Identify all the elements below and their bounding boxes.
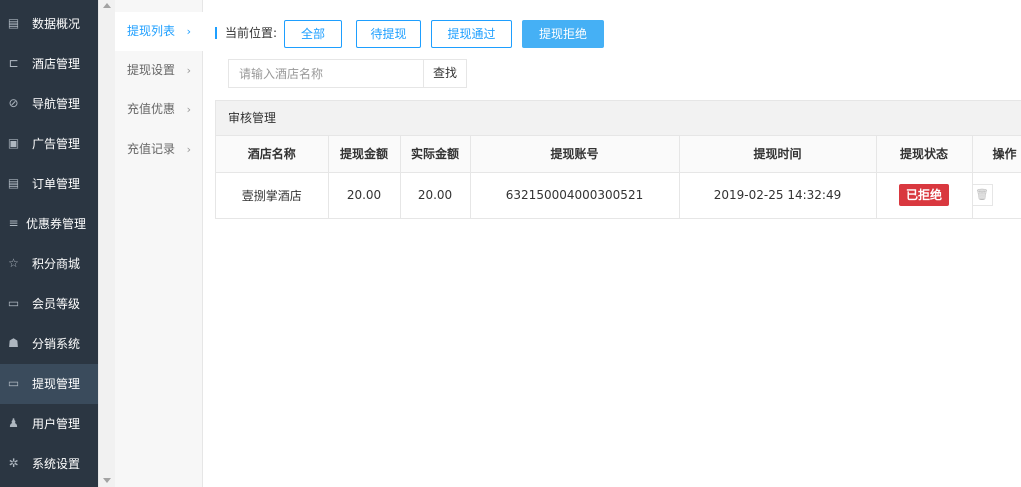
filter-all-button[interactable]: 全部 — [284, 20, 342, 48]
sidebar-item-label: 数据概况 — [31, 17, 80, 31]
scroll-up-icon[interactable] — [103, 3, 111, 8]
chevron-right-icon: › — [186, 103, 191, 116]
column-header: 提现时间 — [679, 136, 877, 173]
column-header: 酒店名称 — [216, 136, 329, 173]
sidebar-item-distribution[interactable]: ☗ 分销系统 — [0, 324, 98, 364]
hotel-name-cell: 壹捌掌酒店 — [216, 172, 329, 218]
filter-rejected-button[interactable]: 提现拒绝 — [522, 20, 604, 48]
account-cell: 632150004000300521 — [470, 172, 680, 218]
sidebar-item-label: 积分商城 — [31, 257, 80, 271]
filter-pending-button[interactable]: 待提现 — [356, 20, 421, 48]
withdrawal-table: 酒店名称 提现金额 实际金额 提现账号 提现时间 提现状态 操作 壹捌掌酒店 2… — [216, 136, 1021, 218]
search-button[interactable]: 查找 — [423, 59, 467, 88]
amount-cell: 20.00 — [328, 172, 401, 218]
submenu-item-label: 提现设置 — [127, 63, 176, 77]
sidebar-item-hotel[interactable]: ⊏ 酒店管理 — [0, 44, 98, 84]
sidebar-item-data-overview[interactable]: ▤ 数据概况 — [0, 4, 98, 44]
column-header: 操作 — [972, 136, 1021, 173]
sidebar-item-label: 分销系统 — [31, 337, 80, 351]
scroll-down-icon[interactable] — [103, 478, 111, 483]
column-header: 提现金额 — [328, 136, 401, 173]
column-header: 提现状态 — [876, 136, 973, 173]
sidebar-item-label: 用户管理 — [31, 417, 80, 431]
main-content: 当前位置: 全部 待提现 提现通过 提现拒绝 查找 审核管理 酒店名称 提现金额… — [203, 0, 1021, 487]
sidebar-item-label: 导航管理 — [31, 97, 80, 111]
submenu-item-label: 充值优惠 — [127, 102, 176, 116]
sidebar-item-member-level[interactable]: ▭ 会员等级 — [0, 284, 98, 324]
table-header-row: 酒店名称 提现金额 实际金额 提现账号 提现时间 提现状态 操作 — [216, 136, 1021, 173]
panel-title: 审核管理 — [216, 101, 1021, 136]
sidebar-item-settings[interactable]: ✲ 系统设置 — [0, 444, 98, 484]
sidebar-item-ads[interactable]: ▣ 广告管理 — [0, 124, 98, 164]
sidebar-item-withdrawal[interactable]: ▭ 提现管理 — [0, 364, 98, 404]
sidebar-item-users[interactable]: ♟ 用户管理 — [0, 404, 98, 444]
review-panel: 审核管理 酒店名称 提现金额 实际金额 提现账号 提现时间 提现状态 操作 壹捌… — [215, 100, 1021, 219]
actions-cell: 🗑 — [972, 172, 1021, 218]
sidebar-item-label: 优惠券管理 — [25, 217, 86, 231]
submenu-item-withdrawal-settings[interactable]: 提现设置 › — [115, 51, 203, 90]
chevron-right-icon: › — [186, 25, 191, 38]
breadcrumb: 当前位置: — [225, 26, 278, 40]
submenu: 提现列表 › 提现设置 › 充值优惠 › 充值记录 › — [115, 0, 203, 487]
hotel-search-input[interactable] — [228, 59, 424, 88]
chevron-right-icon: › — [186, 64, 191, 77]
submenu-item-recharge-records[interactable]: 充值记录 › — [115, 130, 203, 169]
column-header: 提现账号 — [470, 136, 680, 173]
sidebar-item-label: 提现管理 — [31, 377, 80, 391]
actual-amount-cell: 20.00 — [400, 172, 471, 218]
sidebar-item-label: 订单管理 — [31, 177, 80, 191]
sidebar-item-navigation[interactable]: ⊘ 导航管理 — [0, 84, 98, 124]
sidebar-item-label: 广告管理 — [31, 137, 80, 151]
table-row: 壹捌掌酒店 20.00 20.00 632150004000300521 201… — [216, 172, 1021, 218]
sidebar-item-coupons[interactable]: ≡ 优惠券管理 — [0, 204, 98, 244]
submenu-item-recharge-discount[interactable]: 充值优惠 › — [115, 90, 203, 129]
submenu-item-label: 提现列表 — [127, 24, 176, 38]
trash-icon[interactable]: 🗑 — [972, 184, 993, 207]
submenu-item-label: 充值记录 — [127, 142, 176, 156]
submenu-item-withdrawal-list[interactable]: 提现列表 › — [115, 12, 203, 51]
filter-approved-button[interactable]: 提现通过 — [431, 20, 512, 48]
sidebar-scrollbar[interactable] — [98, 0, 115, 487]
time-cell: 2019-02-25 14:32:49 — [679, 172, 877, 218]
status-cell: 已拒绝 — [876, 172, 973, 218]
column-header: 实际金额 — [400, 136, 471, 173]
sidebar-item-label: 酒店管理 — [31, 57, 80, 71]
sidebar-item-orders[interactable]: ▤ 订单管理 — [0, 164, 98, 204]
main-sidebar: ▤ 数据概况 ⊏ 酒店管理 ⊘ 导航管理 ▣ 广告管理 ▤ 订单管理 ≡ 优惠券… — [0, 0, 98, 487]
sidebar-item-points-mall[interactable]: ☆ 积分商城 — [0, 244, 98, 284]
status-badge: 已拒绝 — [898, 184, 949, 207]
chevron-right-icon: › — [186, 143, 191, 156]
sidebar-item-label: 系统设置 — [31, 457, 80, 471]
sidebar-item-label: 会员等级 — [31, 297, 80, 311]
breadcrumb-marker — [215, 27, 217, 39]
